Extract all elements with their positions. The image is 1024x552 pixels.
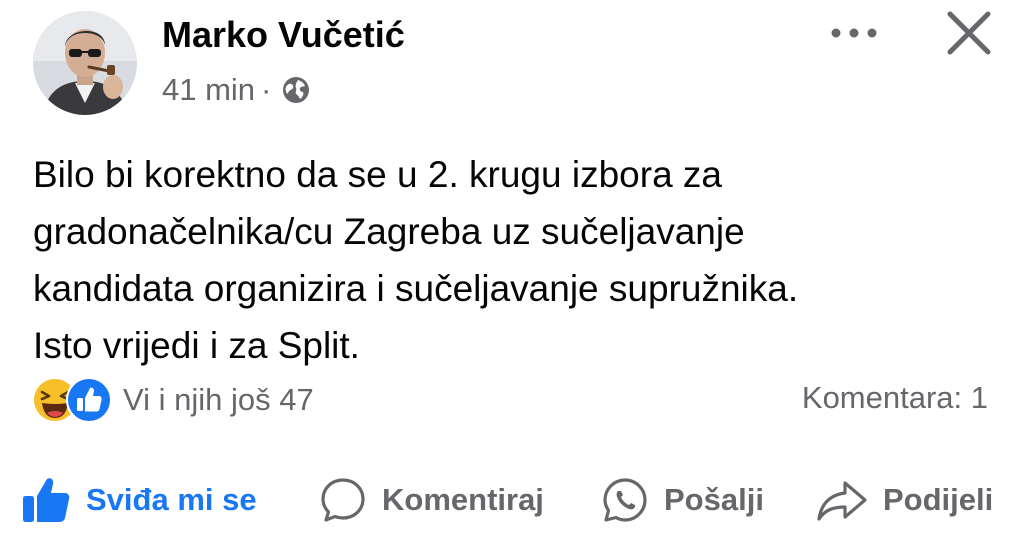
meta-separator: · — [261, 72, 272, 107]
share-icon — [817, 481, 867, 521]
send-button[interactable]: Pošalji — [600, 468, 764, 532]
author-name[interactable]: Marko Vučetić — [162, 14, 405, 56]
post-body-line: Isto vrijedi i za Split. — [33, 325, 360, 366]
like-reaction-icon — [66, 377, 112, 423]
share-button[interactable]: Podijeli — [815, 468, 993, 532]
share-label: Podijeli — [883, 482, 994, 517]
comment-label: Komentiraj — [382, 482, 544, 517]
post-time[interactable]: 41 min — [162, 72, 255, 108]
more-options-button[interactable] — [826, 18, 882, 48]
globe-icon — [283, 77, 310, 103]
like-button[interactable]: Sviđa mi se — [20, 468, 257, 532]
post-body: Bilo bi korektno da se u 2. krugu izbora… — [33, 146, 983, 374]
comment-button[interactable]: Komentiraj — [318, 468, 544, 532]
reactions-summary[interactable]: Vi i njih još 47 — [31, 376, 314, 424]
close-icon — [947, 11, 991, 55]
profile-photo — [33, 11, 137, 115]
reactions-count: Vi i njih još 47 — [123, 382, 314, 417]
action-bar: Sviđa mi se Komentiraj Pošalji Podijeli — [0, 468, 1024, 532]
comments-count[interactable]: Komentara: 1 — [802, 380, 988, 416]
whatsapp-icon — [603, 478, 647, 522]
thumbs-up-icon — [23, 478, 70, 522]
comment-icon — [321, 478, 365, 522]
post-body-line: kandidata organizira i sučeljavanje supr… — [33, 268, 799, 309]
post-body-line: Bilo bi korektno da se u 2. krugu izbora… — [33, 154, 722, 195]
send-label: Pošalji — [664, 482, 764, 517]
post-meta: 41 min · — [162, 70, 311, 110]
like-label: Sviđa mi se — [86, 482, 257, 517]
close-button[interactable] — [944, 8, 994, 58]
post-body-line: gradonačelnika/cu Zagreba uz sučeljavanj… — [33, 211, 745, 252]
more-options-icon — [831, 28, 877, 38]
avatar[interactable] — [33, 11, 137, 115]
